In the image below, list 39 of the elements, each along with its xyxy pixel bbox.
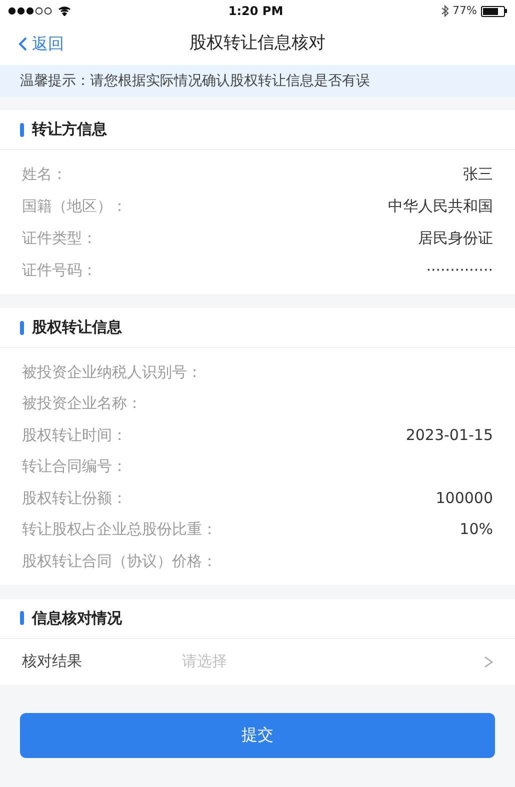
section-title: 股权转让信息 xyxy=(32,317,122,338)
select-placeholder: 请选择 xyxy=(182,651,228,672)
section-title: 信息核对情况 xyxy=(32,608,122,629)
field-label: 股权转让合同（协议）价格： xyxy=(22,550,217,572)
field-value: 100000 xyxy=(436,488,493,508)
field-value: 张三 xyxy=(463,164,493,185)
section-marker xyxy=(20,320,24,334)
select-label: 核对结果 xyxy=(22,651,83,672)
battery-icon xyxy=(481,6,507,16)
section-marker xyxy=(20,122,24,136)
status-time: 1:20 PM xyxy=(228,3,284,20)
field-value: 10% xyxy=(460,519,493,540)
chevron-icon xyxy=(484,656,493,668)
field-label: 被投资企业名称： xyxy=(22,393,142,414)
result-select[interactable]: 核对结果 请选择 xyxy=(0,638,515,684)
field-label: 被投资企业纳税人识别号： xyxy=(22,362,202,382)
section-marker xyxy=(20,611,24,625)
back-button[interactable]: 返回 xyxy=(18,32,64,56)
field-label: 国籍（地区）： xyxy=(22,196,127,217)
battery-percent: 77% xyxy=(452,2,477,19)
field-label: 姓名： xyxy=(22,164,67,185)
section-title: 转让方信息 xyxy=(32,119,107,140)
field-value: 中华人民共和国 xyxy=(388,196,493,217)
field-label: 证件类型： xyxy=(22,228,97,249)
field-value: 居民身份证 xyxy=(418,228,493,249)
signal-icon xyxy=(8,7,54,15)
field-label: 转让合同编号： xyxy=(22,456,127,477)
field-value: 2023-01-15 xyxy=(406,424,493,446)
page-title: 股权转让信息核对 xyxy=(190,32,326,55)
notice-text: 温馨提示：请您根据实际情况确认股权转让信息是否有误 xyxy=(20,72,370,90)
field-label: 股权转让时间： xyxy=(22,424,127,446)
wifi-icon xyxy=(58,6,71,16)
field-label: 转让股权占企业总股份比重： xyxy=(22,519,217,540)
submit-button[interactable]: 提交 xyxy=(20,712,495,758)
field-label: 股权转让份额： xyxy=(22,488,127,508)
bluetooth-icon xyxy=(440,5,449,17)
field-value: ·············· xyxy=(426,260,493,281)
field-label: 证件号码： xyxy=(22,260,97,281)
back-chevron-icon xyxy=(18,36,28,52)
